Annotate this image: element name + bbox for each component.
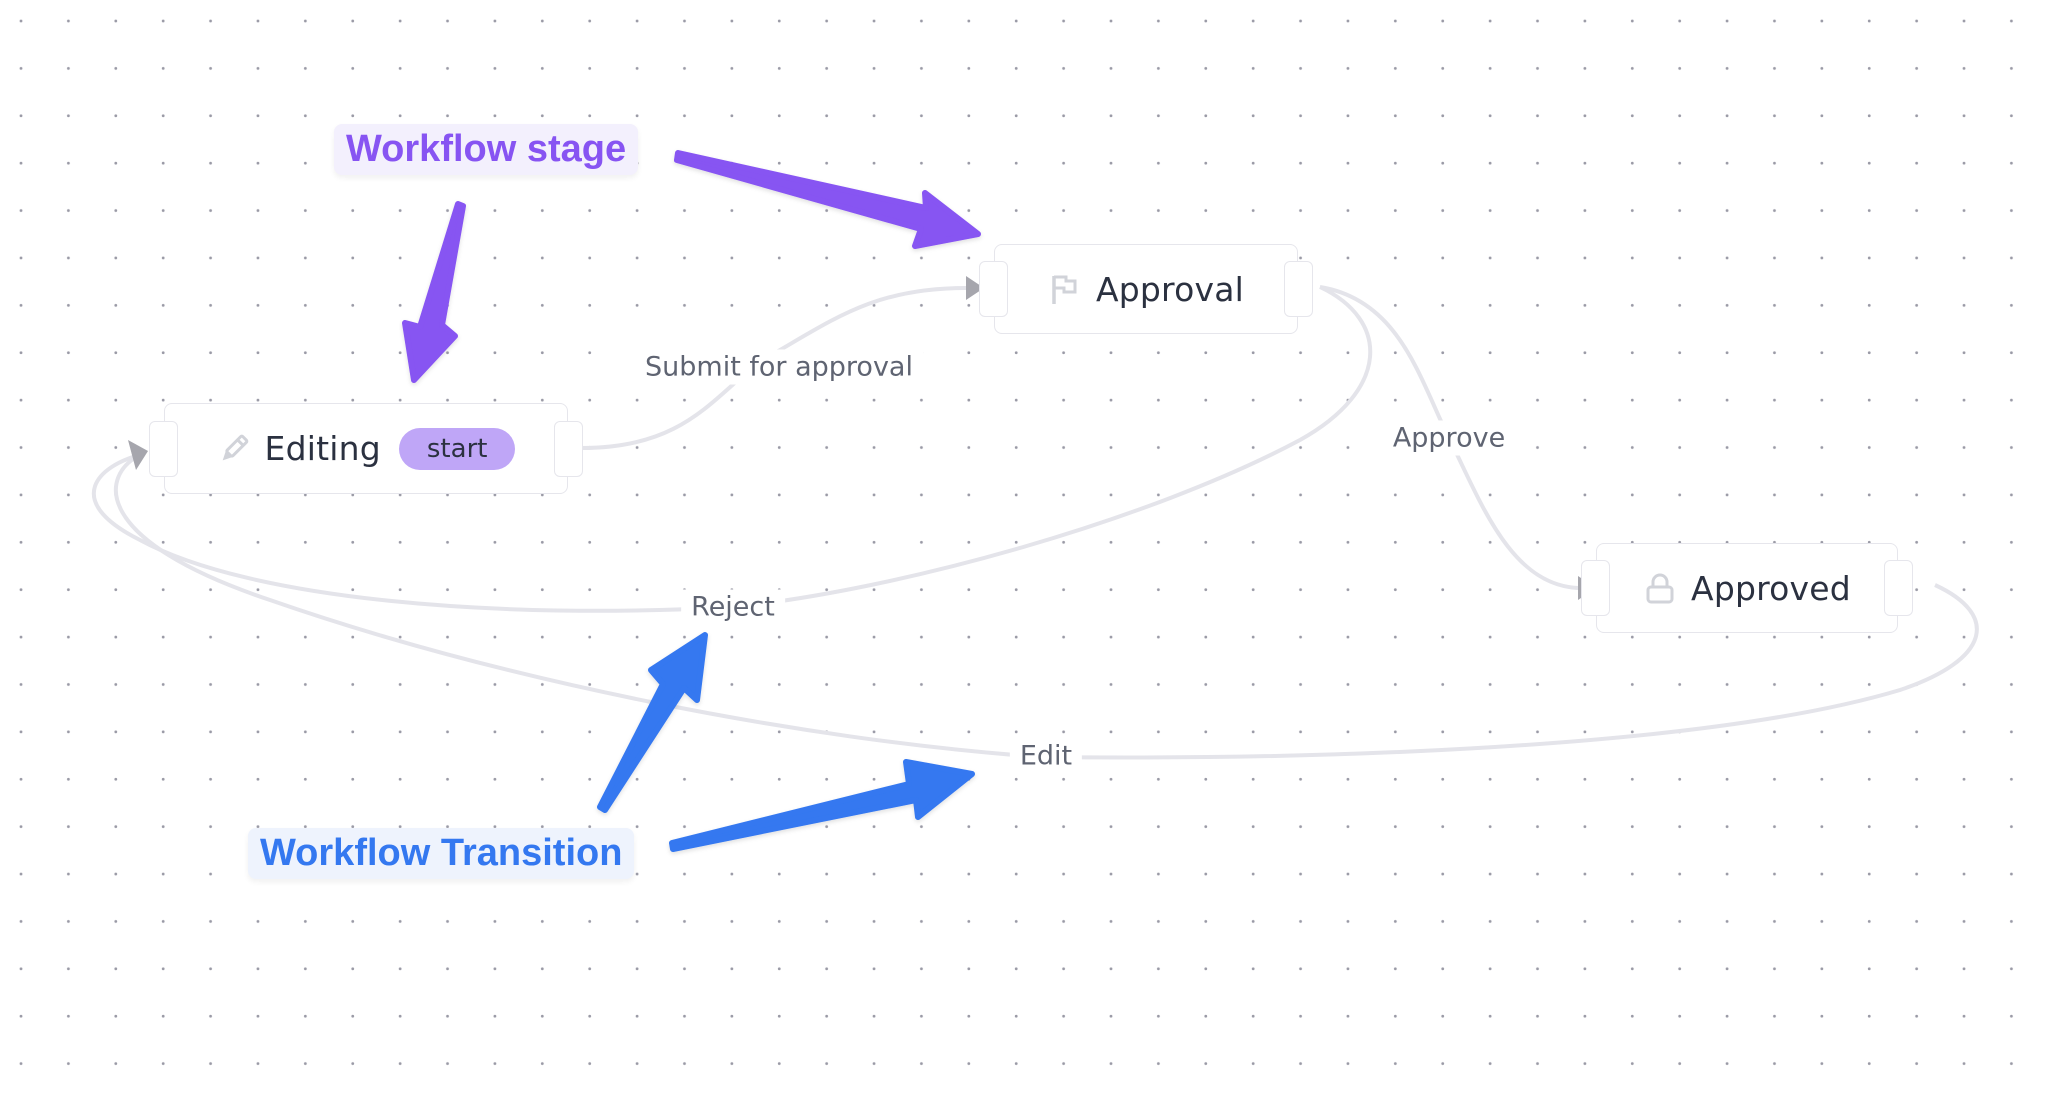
edge-label-edit[interactable]: Edit xyxy=(1009,738,1083,774)
edge-label-approve[interactable]: Approve xyxy=(1382,420,1516,456)
stage-title: Approved xyxy=(1691,568,1851,608)
stage-title: Approval xyxy=(1095,269,1245,309)
workflow-canvas[interactable]: Submit for approval Approve Reject Edit … xyxy=(0,0,2052,1104)
target-handle[interactable] xyxy=(1581,560,1610,616)
annotation-workflow-transition: Workflow Transition xyxy=(248,828,635,879)
source-handle[interactable] xyxy=(554,420,583,477)
source-handle[interactable] xyxy=(1884,560,1913,616)
pencil-icon xyxy=(222,434,248,460)
annotation-workflow-stage: Workflow stage xyxy=(334,124,639,175)
stage-node-approved[interactable]: Approved xyxy=(1581,543,1913,633)
edge-arrowhead xyxy=(128,440,148,470)
lock-icon xyxy=(1646,573,1674,604)
edge-label-reject[interactable]: Reject xyxy=(681,589,785,625)
stage-node-approval[interactable]: Approval xyxy=(979,244,1313,334)
flag-icon xyxy=(1052,275,1077,304)
edge-label-submit-for-approval[interactable]: Submit for approval xyxy=(635,349,923,385)
stage-title: Editing xyxy=(264,429,381,468)
target-handle[interactable] xyxy=(149,420,178,477)
stage-node-editing[interactable]: Editing start xyxy=(149,403,583,494)
target-handle[interactable] xyxy=(979,261,1008,317)
source-handle[interactable] xyxy=(1284,261,1313,317)
start-badge: start xyxy=(398,427,516,470)
